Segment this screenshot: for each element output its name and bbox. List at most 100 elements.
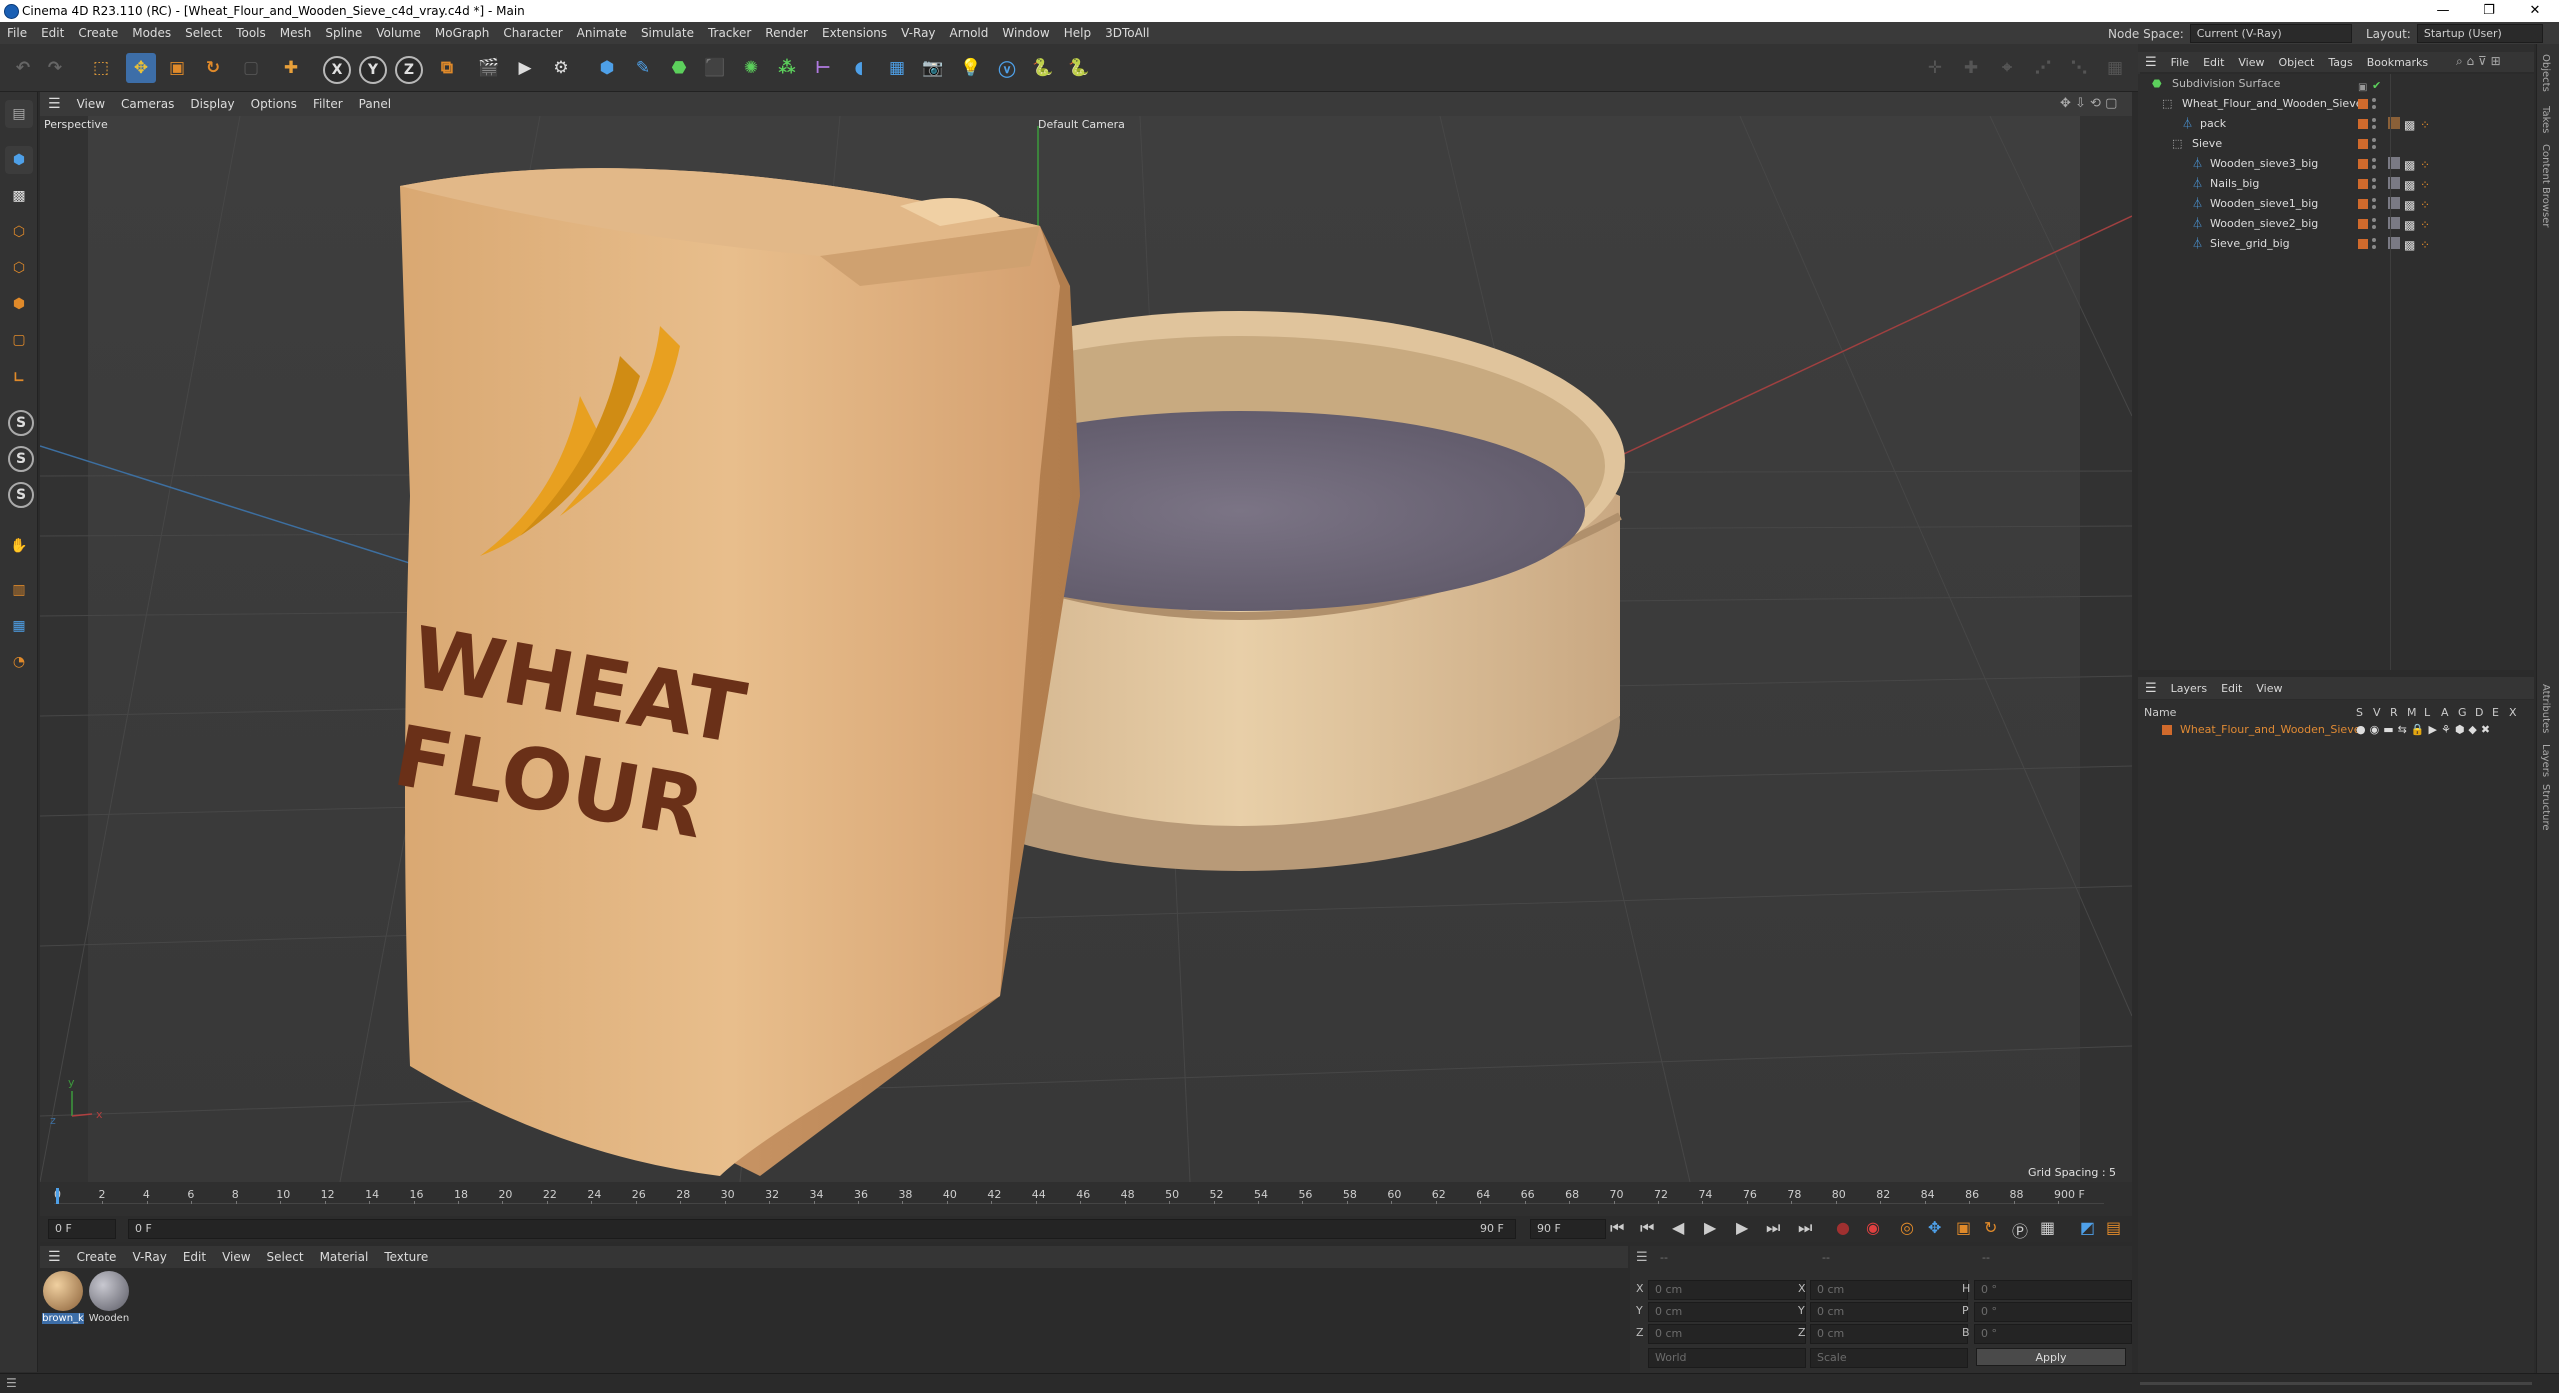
render-visibility-dot[interactable] bbox=[2372, 145, 2376, 149]
object-search-icon[interactable]: ⌕ ⌂ ⊽ ⊞ bbox=[2456, 54, 2501, 69]
phong-tag-icon[interactable]: ⁘ bbox=[2420, 215, 2430, 235]
coord-size-x-field[interactable]: 0 cm bbox=[1810, 1280, 1968, 1300]
render-region-icon[interactable]: 🎬 bbox=[474, 53, 504, 83]
next-key-icon[interactable]: ⏭ bbox=[1766, 1218, 1780, 1238]
quantize-icon[interactable]: ⌖ bbox=[1992, 53, 2022, 83]
redo-icon[interactable]: ↷ bbox=[40, 53, 70, 83]
guides-icon[interactable]: ⋰ bbox=[2028, 53, 2058, 83]
render-visibility-dot[interactable] bbox=[2372, 185, 2376, 189]
uvw-tag-icon[interactable]: ▩ bbox=[2404, 195, 2415, 215]
editor-visibility-dot[interactable] bbox=[2372, 118, 2376, 122]
field-icon[interactable]: ◖ bbox=[844, 53, 874, 83]
menu-window[interactable]: Window bbox=[995, 26, 1056, 40]
goto-end-icon[interactable]: ⏭ bbox=[1798, 1218, 1812, 1238]
coord-pos-z-field[interactable]: 0 cm bbox=[1648, 1324, 1806, 1344]
snap-s3-icon[interactable]: S bbox=[8, 482, 34, 508]
enabled-check-icon[interactable]: ✔ bbox=[2372, 76, 2381, 96]
start-frame-field[interactable]: 0 F bbox=[48, 1219, 116, 1239]
material-menu-create[interactable]: Create bbox=[69, 1250, 125, 1264]
paint-icon[interactable]: ▥ bbox=[5, 576, 33, 604]
floor-icon[interactable]: ▦ bbox=[882, 53, 912, 83]
render-settings-icon[interactable]: ⚙ bbox=[546, 53, 576, 83]
render-visibility-dot[interactable] bbox=[2372, 245, 2376, 249]
phong-tag-icon[interactable]: ⁘ bbox=[2420, 155, 2430, 175]
points-mode-icon[interactable]: ⬡ bbox=[5, 218, 33, 246]
object-menu-view[interactable]: View bbox=[2231, 56, 2271, 69]
coord-mode-dropdown[interactable]: World bbox=[1648, 1348, 1806, 1368]
cube-primitive-icon[interactable]: ⬢ bbox=[592, 53, 622, 83]
layers-menu-edit[interactable]: Edit bbox=[2214, 682, 2249, 695]
tree-row-nails[interactable]: ⏃ Nails_big ▩ ⁘ bbox=[2138, 174, 2534, 194]
vray-icon[interactable]: ⓥ bbox=[992, 53, 1022, 83]
uvw-tag-icon[interactable]: ▩ bbox=[2404, 215, 2415, 235]
menu-render[interactable]: Render bbox=[758, 26, 815, 40]
edges-mode-icon[interactable]: ⬡ bbox=[5, 254, 33, 282]
coord-size-z-field[interactable]: 0 cm bbox=[1810, 1324, 1968, 1344]
render-visibility-dot[interactable] bbox=[2372, 205, 2376, 209]
array-icon[interactable]: ✺ bbox=[736, 53, 766, 83]
scale-tool-icon[interactable]: ▣ bbox=[162, 53, 192, 83]
viewport-menu-filter[interactable]: Filter bbox=[305, 97, 351, 111]
rotate-tool-icon[interactable]: ↻ bbox=[198, 53, 228, 83]
editor-visibility-dot[interactable] bbox=[2372, 98, 2376, 102]
coord-pos-y-field[interactable]: 0 cm bbox=[1648, 1302, 1806, 1322]
material-menu-edit[interactable]: Edit bbox=[175, 1250, 214, 1264]
layer-color-swatch[interactable] bbox=[2358, 119, 2368, 129]
coords-apply-button[interactable]: Apply bbox=[1976, 1348, 2126, 1366]
material-menu-icon[interactable]: ☰ bbox=[40, 1249, 69, 1265]
deformer-icon[interactable]: ⊢ bbox=[808, 53, 838, 83]
tab-attributes[interactable]: Attributes bbox=[2540, 684, 2551, 733]
material-swatch-brown[interactable]: brown_k bbox=[42, 1270, 84, 1332]
close-button[interactable]: ✕ bbox=[2512, 0, 2558, 22]
layer-color-swatch[interactable] bbox=[2358, 239, 2368, 249]
workplane-icon[interactable]: ✚ bbox=[1956, 53, 1986, 83]
layer-flags-icons[interactable]: ●◉▬⇆🔒▶⚘⬢◆✖ bbox=[2356, 720, 2494, 740]
editor-visibility-dot[interactable] bbox=[2372, 178, 2376, 182]
object-menu-tags[interactable]: Tags bbox=[2321, 56, 2359, 69]
subdivision-icon[interactable]: ⬣ bbox=[664, 53, 694, 83]
coordinate-system-icon[interactable]: ⧉ bbox=[432, 53, 462, 83]
tab-layers[interactable]: Layers bbox=[2540, 744, 2551, 777]
uvw-tag-icon[interactable]: ▩ bbox=[2404, 115, 2415, 135]
menu-mograph[interactable]: MoGraph bbox=[428, 26, 497, 40]
end-frame-field[interactable]: 90 F bbox=[1530, 1219, 1606, 1239]
tree-row-subdivision[interactable]: ⬣ Subdivision Surface ▣ ✔ bbox=[2138, 74, 2534, 94]
transform-tool-icon[interactable]: ✚ bbox=[276, 53, 306, 83]
tree-row-wooden-sieve3[interactable]: ⏃ Wooden_sieve3_big ▩ ⁘ bbox=[2138, 154, 2534, 174]
editor-visibility-dot[interactable] bbox=[2372, 138, 2376, 142]
editor-visibility-dot[interactable] bbox=[2372, 198, 2376, 202]
grid-icon[interactable]: ▦ bbox=[5, 612, 33, 640]
render-view-icon[interactable]: ▶ bbox=[510, 53, 540, 83]
playhead[interactable] bbox=[56, 1188, 59, 1204]
layers-menu-layers[interactable]: Layers bbox=[2164, 682, 2214, 695]
menu-mesh[interactable]: Mesh bbox=[273, 26, 319, 40]
material-menu-texture[interactable]: Texture bbox=[376, 1250, 436, 1264]
polygons-mode-icon[interactable]: ⬢ bbox=[5, 290, 33, 318]
layer-name[interactable]: Wheat_Flour_and_Wooden_Sieve bbox=[2180, 720, 2360, 740]
texture-mode-icon[interactable]: ▩ bbox=[5, 182, 33, 210]
menu-arnold[interactable]: Arnold bbox=[943, 26, 996, 40]
python-script-icon[interactable]: 🐍 bbox=[1064, 53, 1094, 83]
tab-objects[interactable]: Objects bbox=[2540, 54, 2551, 92]
autokey-icon[interactable]: ◉ bbox=[1866, 1218, 1880, 1237]
tree-row-sieve-grid[interactable]: ⏃ Sieve_grid_big ▩ ⁘ bbox=[2138, 234, 2534, 254]
viewport-nav-icons[interactable]: ✥ ⇩ ⟲ ▢ bbox=[2060, 96, 2117, 111]
layer-row[interactable]: Wheat_Flour_and_Wooden_Sieve ●◉▬⇆🔒▶⚘⬢◆✖ bbox=[2138, 720, 2534, 740]
tree-row-wooden-sieve2[interactable]: ⏃ Wooden_sieve2_big ▩ ⁘ bbox=[2138, 214, 2534, 234]
3d-viewport[interactable]: WHEAT FLOUR y x z Perspective Default Ca… bbox=[40, 116, 2132, 1182]
keyframe-selection-icon[interactable]: ◎ bbox=[1900, 1218, 1914, 1237]
horizontal-scrollbar[interactable] bbox=[2140, 1382, 2532, 1385]
viewport-camera-label[interactable]: Default Camera bbox=[1038, 118, 1125, 131]
coord-scale-dropdown[interactable]: Scale bbox=[1810, 1348, 1968, 1368]
menu-create[interactable]: Create bbox=[71, 26, 125, 40]
layer-color-swatch[interactable] bbox=[2358, 159, 2368, 169]
editor-visibility-dot[interactable] bbox=[2372, 238, 2376, 242]
uvw-tag-icon[interactable]: ▩ bbox=[2404, 155, 2415, 175]
menu-character[interactable]: Character bbox=[496, 26, 569, 40]
goto-start-icon[interactable]: ⏮ bbox=[1610, 1218, 1624, 1238]
material-menu-material[interactable]: Material bbox=[312, 1250, 377, 1264]
timeline-window-icon[interactable]: ▤ bbox=[2106, 1218, 2121, 1237]
menu-simulate[interactable]: Simulate bbox=[634, 26, 701, 40]
y-axis-toggle[interactable]: Y bbox=[359, 56, 387, 84]
menu-volume[interactable]: Volume bbox=[369, 26, 428, 40]
